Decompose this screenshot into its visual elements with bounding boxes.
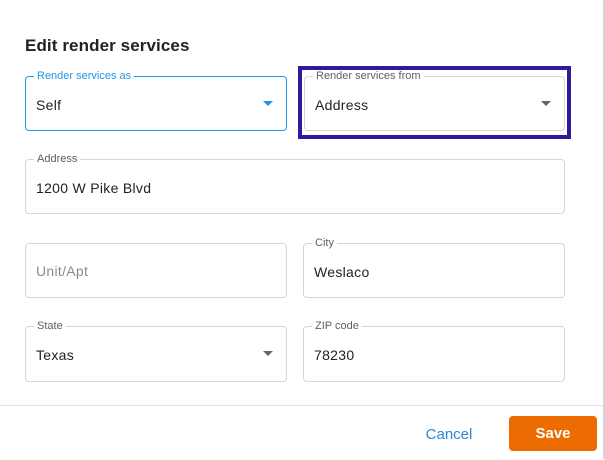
highlight-box xyxy=(298,66,571,139)
chevron-down-icon[interactable] xyxy=(263,101,273,106)
city-label: City xyxy=(312,236,337,250)
save-button[interactable]: Save xyxy=(509,416,597,451)
state-label: State xyxy=(34,319,66,333)
state-value: Texas xyxy=(36,347,75,363)
state-select[interactable]: State Texas xyxy=(25,319,287,382)
zip-code-value: 78230 xyxy=(314,347,355,363)
address-label: Address xyxy=(34,152,81,166)
address-field[interactable]: Address 1200 W Pike Blvd xyxy=(25,152,565,214)
address-value: 1200 W Pike Blvd xyxy=(36,180,152,196)
chevron-down-icon[interactable] xyxy=(263,351,273,356)
render-services-as-value: Self xyxy=(36,97,62,113)
city-field[interactable]: City Weslaco xyxy=(303,236,565,298)
render-services-as-label: Render services as xyxy=(34,69,135,83)
render-services-as-select[interactable]: Render services as Self xyxy=(25,69,287,131)
unit-apt-input[interactable] xyxy=(36,261,236,281)
dialog-title: Edit render services xyxy=(25,36,190,55)
dialog-footer: Cancel Save xyxy=(0,405,603,460)
edit-render-services-dialog: Edit render services Render services as … xyxy=(0,0,605,460)
unit-apt-field[interactable] xyxy=(25,243,287,298)
cancel-button[interactable]: Cancel xyxy=(415,422,483,446)
zip-code-label: ZIP code xyxy=(312,319,362,333)
zip-code-field[interactable]: ZIP code 78230 xyxy=(303,319,565,382)
city-value: Weslaco xyxy=(314,264,370,280)
